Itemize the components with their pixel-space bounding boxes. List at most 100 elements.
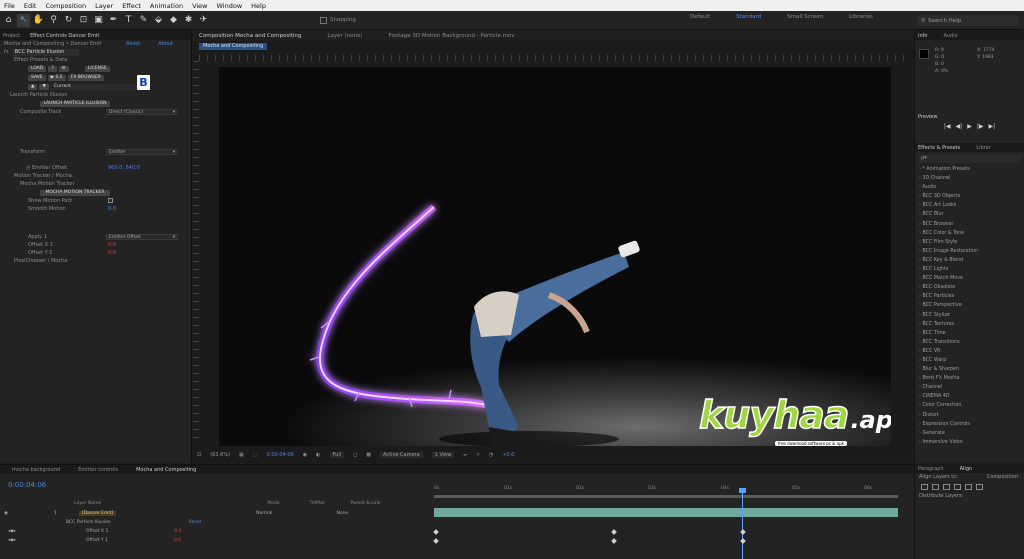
effects-category[interactable]: Expression Controls xyxy=(919,420,1024,429)
tab-composition[interactable]: Composition Mocha and Compositing xyxy=(199,33,301,39)
preset-down-button[interactable]: ▼ xyxy=(39,83,49,90)
help-button[interactable]: ? xyxy=(48,65,57,72)
menu-effect[interactable]: Effect xyxy=(122,2,141,10)
effects-search-input[interactable]: ρ▾ xyxy=(918,154,1021,163)
effects-category[interactable]: Generate xyxy=(919,429,1024,438)
effects-category[interactable]: BCC Film Style xyxy=(919,238,1024,247)
keyframe[interactable] xyxy=(433,529,439,535)
fx-browser-button[interactable]: FX BROWSER xyxy=(67,74,104,81)
timeline-track-area[interactable]: 0s 01s 02s 03s 04s 05s 06s xyxy=(433,483,904,559)
effects-category[interactable]: BCC Match Move xyxy=(919,274,1024,283)
align-bottom-icon[interactable] xyxy=(976,484,983,490)
transform-dropdown[interactable]: Emitter ▾ xyxy=(106,149,178,155)
table-row[interactable]: ◂◆▸ Offset Y 1 0.0 xyxy=(0,536,430,545)
offy-value[interactable]: 0.0 xyxy=(174,538,181,543)
layer-name[interactable]: [Dancer Emit] xyxy=(78,511,117,516)
zoom-tool-icon[interactable]: ⚲ xyxy=(47,14,60,27)
effects-category[interactable]: Audio xyxy=(919,183,1024,192)
menu-edit[interactable]: Edit xyxy=(24,2,37,10)
fx-reset-link[interactable]: Reset xyxy=(189,520,202,525)
keyframe-nav-icon[interactable]: ◂◆▸ xyxy=(8,529,16,534)
tab-align[interactable]: Align xyxy=(960,466,973,472)
fast-preview-icon[interactable]: ⚡ xyxy=(476,452,480,458)
color-icon[interactable]: ◐ xyxy=(316,452,320,458)
tab-libraries[interactable]: Librar xyxy=(976,145,991,151)
workspace-small-screen[interactable]: Small Screen xyxy=(787,14,823,20)
menu-help[interactable]: Help xyxy=(251,2,266,10)
offset-y-value[interactable]: 0.0 xyxy=(108,250,116,256)
effects-category[interactable]: BCC Warp xyxy=(919,356,1024,365)
menu-view[interactable]: View xyxy=(192,2,207,10)
rotate-tool-icon[interactable]: ↻ xyxy=(62,14,75,27)
align-target-dropdown[interactable]: Composition xyxy=(987,473,1018,482)
tab-timeline-mocha-compositing[interactable]: Mocha and Compositing xyxy=(136,467,196,473)
effects-category[interactable]: 3D Channel xyxy=(919,174,1024,183)
tab-info[interactable]: Info xyxy=(918,33,927,39)
effects-category[interactable]: Immersive Video xyxy=(919,438,1024,447)
workspace-default[interactable]: Default xyxy=(690,14,710,20)
effects-category[interactable]: BCC Perspective xyxy=(919,301,1024,310)
effects-category[interactable]: BCC Textures xyxy=(919,320,1024,329)
effects-category[interactable]: BCC Art Looks xyxy=(919,201,1024,210)
effects-category[interactable]: BCC Transitions xyxy=(919,338,1024,347)
effects-category[interactable]: BCC Color & Tone xyxy=(919,229,1024,238)
table-row[interactable]: ◂◆▸ Offset X 1 0.0 xyxy=(0,527,430,536)
align-left-icon[interactable] xyxy=(921,484,928,490)
reset-exposure-icon[interactable]: ◔ xyxy=(489,452,493,458)
workspace-standard[interactable]: Standard xyxy=(736,14,761,20)
load-button[interactable]: LOAD xyxy=(28,65,47,72)
tab-effects-presets[interactable]: Effects & Presets xyxy=(918,145,960,151)
comp-breadcrumb-tab[interactable]: Mocha and Compositing xyxy=(199,43,268,50)
offset-x-value[interactable]: 0.0 xyxy=(108,242,116,248)
pen-tool-icon[interactable]: ✒ xyxy=(107,14,120,27)
first-frame-icon[interactable]: |◀ xyxy=(944,123,951,133)
roto-tool-icon[interactable]: ✱ xyxy=(182,14,195,27)
flowchart-icon[interactable]: ⟜ xyxy=(463,452,467,458)
align-vcenter-icon[interactable] xyxy=(965,484,972,490)
eraser-tool-icon[interactable]: ◆ xyxy=(167,14,180,27)
workspace-libraries[interactable]: Libraries xyxy=(849,14,873,20)
views-dropdown[interactable]: 1 View xyxy=(431,451,455,458)
effects-category[interactable]: Distort xyxy=(919,411,1024,420)
tab-timeline-emitter-controls[interactable]: Emitter controls xyxy=(78,467,118,473)
effects-category[interactable]: Blur & Sharpen xyxy=(919,365,1024,374)
effects-category[interactable]: Color Correction xyxy=(919,401,1024,410)
viewer-timecode[interactable]: 0:00:04:06 xyxy=(266,452,293,458)
align-top-icon[interactable] xyxy=(954,484,961,490)
effects-category[interactable]: BCC Time xyxy=(919,329,1024,338)
settings-button[interactable]: ⚙ xyxy=(58,65,69,72)
reset-link[interactable]: Reset xyxy=(126,41,140,47)
tab-effect-controls[interactable]: Effect Controls Dancer Emit xyxy=(30,33,99,39)
type-tool-icon[interactable]: T xyxy=(122,14,135,27)
tab-audio[interactable]: Audio xyxy=(943,33,957,39)
menu-file[interactable]: File xyxy=(4,2,15,10)
resolution-dropdown[interactable]: Full xyxy=(329,451,345,458)
exposure-value[interactable]: +0.0 xyxy=(502,452,514,458)
keyframe[interactable] xyxy=(611,529,617,535)
effects-category[interactable]: CINEMA 4D xyxy=(919,392,1024,401)
effects-category[interactable]: BCC VR xyxy=(919,347,1024,356)
se-button[interactable]: ▶ S.E xyxy=(47,74,66,81)
snapping-toggle[interactable]: Snapping xyxy=(320,16,356,24)
magnification-dropdown[interactable]: (63.6%) xyxy=(210,452,230,458)
table-row[interactable]: BCC Particle Illusion Reset xyxy=(0,518,430,527)
composition-canvas[interactable]: kuyhaa.app free download software pc & a… xyxy=(219,67,891,446)
always-preview-icon[interactable]: ⊡ xyxy=(197,452,201,458)
keyframe[interactable] xyxy=(611,538,617,544)
search-help-input[interactable]: ⚲ Search Help xyxy=(918,15,1018,26)
effect-name[interactable]: BCC Particle Illusion xyxy=(12,48,79,56)
snapshot-icon[interactable]: ◉ xyxy=(303,452,307,458)
tab-timeline-mocha-background[interactable]: mocha background xyxy=(12,467,60,473)
timeline-timecode[interactable]: 0:00:04:06 xyxy=(8,481,46,489)
effects-category[interactable]: BCC Particles xyxy=(919,292,1024,301)
effects-category[interactable]: BCC Browser xyxy=(919,220,1024,229)
snapping-checkbox[interactable] xyxy=(320,16,327,24)
effects-category[interactable]: Boris FX Mocha xyxy=(919,374,1024,383)
roi-icon[interactable]: ◻ xyxy=(353,452,357,458)
effects-category[interactable]: BCC Stylize xyxy=(919,311,1024,320)
transparency-icon[interactable]: ▩ xyxy=(366,452,371,458)
menu-layer[interactable]: Layer xyxy=(95,2,113,10)
puppet-tool-icon[interactable]: ✈ xyxy=(197,14,210,27)
stopwatch-icon[interactable]: ◷ xyxy=(26,165,30,171)
brush-tool-icon[interactable]: ✎ xyxy=(137,14,150,27)
